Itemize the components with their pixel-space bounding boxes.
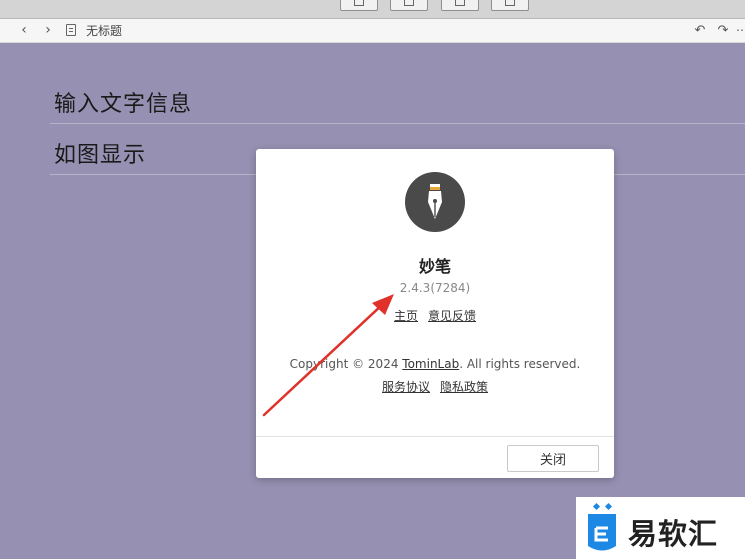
app-version: 2.4.3(7284): [399, 281, 471, 295]
copyright-text: Copyright © 2024 TominLab. All rights re…: [256, 357, 614, 371]
chevron-left-icon[interactable]: ‹: [16, 22, 32, 39]
about-dialog: 妙笔 2.4.3(7284) 主页 意见反馈 Copyright © 2024 T…: [256, 149, 614, 478]
fountain-pen-icon: [405, 172, 465, 232]
copyright-suffix: . All rights reserved.: [459, 357, 581, 371]
undo-icon[interactable]: ↶: [692, 22, 708, 39]
editor-line-text: 如图显示: [54, 143, 147, 168]
top-toolbar-strip: [0, 0, 745, 19]
legal-links: 服务协议 隐私政策: [256, 378, 614, 395]
terms-link[interactable]: 服务协议: [382, 380, 430, 394]
top-tool-button-3[interactable]: [441, 0, 479, 11]
document-icon: [66, 24, 76, 36]
top-tool-button-2[interactable]: [390, 0, 428, 11]
app-name: 妙笔: [418, 257, 451, 276]
editor-line[interactable]: 输入文字信息: [50, 74, 745, 124]
tool-icon: [455, 0, 465, 6]
tool-icon: [354, 0, 364, 6]
dialog-footer: 关闭: [256, 436, 614, 479]
document-toolbar: ‹ › 无标题 ↶ ↷ ⋯: [0, 19, 745, 43]
top-tool-button-1[interactable]: [340, 0, 378, 11]
editor-line-text: 输入文字信息: [54, 92, 193, 117]
tool-icon: [505, 0, 515, 6]
close-button[interactable]: 关闭: [507, 445, 599, 472]
company-link[interactable]: TominLab: [402, 357, 459, 371]
top-tool-button-4[interactable]: [491, 0, 529, 11]
more-icon[interactable]: ⋯: [736, 22, 745, 39]
home-link[interactable]: 主页: [394, 309, 418, 323]
tool-icon: [404, 0, 414, 6]
watermark-badge: 易软汇: [576, 497, 745, 559]
feedback-link[interactable]: 意见反馈: [428, 309, 476, 323]
watermark-text: 易软汇: [628, 517, 719, 551]
copyright-prefix: Copyright © 2024: [289, 357, 403, 371]
privacy-link[interactable]: 隐私政策: [440, 380, 488, 394]
chevron-right-icon[interactable]: ›: [40, 22, 56, 39]
redo-icon[interactable]: ↷: [715, 22, 731, 39]
document-title: 无标题: [86, 24, 123, 38]
watermark-logo-icon: [588, 502, 616, 551]
primary-links: 主页 意见反馈: [256, 307, 614, 324]
